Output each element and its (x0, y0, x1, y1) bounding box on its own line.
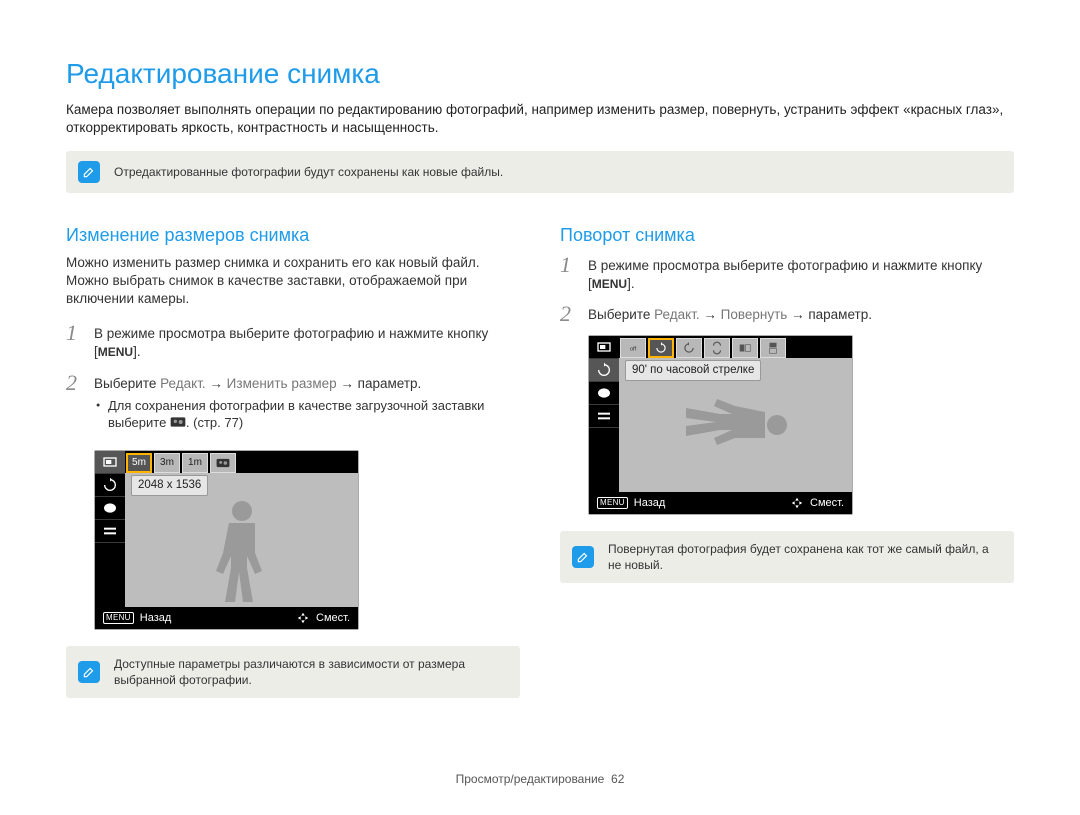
menu-chip-icon: MENU (103, 612, 134, 625)
sidebar-rotate-icon[interactable] (589, 359, 619, 382)
step-number: 2 (560, 303, 578, 325)
footer-page-number: 62 (611, 772, 624, 786)
note-resize: Доступные параметры различаются в зависи… (66, 646, 520, 698)
tile-off-icon[interactable]: off (620, 338, 646, 358)
sidebar-rotate-icon[interactable] (95, 474, 125, 497)
step-body: Выберите Редакт. → Изменить размер → пар… (94, 372, 520, 440)
move-label[interactable]: Смест. (810, 496, 844, 511)
pencil-note-icon (78, 661, 100, 683)
lcd-footer: MENU Назад Смест. (589, 492, 852, 514)
sidebar-resize-icon[interactable] (589, 336, 619, 359)
move-label[interactable]: Смест. (316, 611, 350, 626)
person-silhouette-icon (207, 497, 277, 607)
text: В режиме просмотра выберите фотографию и… (588, 258, 982, 291)
sidebar-adjust-icon[interactable] (95, 520, 125, 543)
arrow: → (206, 376, 227, 391)
text: . (стр. 77) (186, 415, 243, 430)
lcd-sidebar (95, 451, 125, 607)
text: → параметр. (337, 376, 422, 391)
tile-startup-icon[interactable] (210, 453, 236, 473)
pencil-note-icon (572, 546, 594, 568)
step-number: 2 (66, 372, 84, 440)
tile-rotate-ccw-icon[interactable] (676, 338, 702, 358)
step-number: 1 (66, 322, 84, 361)
menu-chip-icon: MENU (597, 497, 628, 510)
lcd-sidebar (589, 336, 619, 492)
step-body: В режиме просмотра выберите фотографию и… (588, 254, 1014, 293)
text: Выберите (94, 376, 160, 391)
bullet-item: Для сохранения фотографии в качестве заг… (94, 397, 520, 432)
text: → параметр. (787, 307, 872, 322)
desc-resize: Можно изменить размер снимка и сохранить… (66, 254, 520, 309)
sidebar-resize-icon[interactable] (95, 451, 125, 474)
person-silhouette-icon (681, 390, 791, 460)
lcd-status-resolution: 2048 х 1536 (131, 475, 208, 497)
note-rotate: Повернутая фотография будет сохранена ка… (560, 531, 1014, 583)
tile-rotate-180-icon[interactable] (704, 338, 730, 358)
menu-path: Изменить размер (227, 376, 337, 391)
text: ]. (133, 344, 141, 359)
text: Выберите (588, 307, 654, 322)
sidebar-palette-icon[interactable] (95, 497, 125, 520)
text: ]. (627, 276, 635, 291)
intro-text: Камера позволяет выполнять операции по р… (66, 101, 1014, 137)
column-resize: Изменение размеров снимка Можно изменить… (66, 223, 520, 698)
rotate-step-1: 1 В режиме просмотра выберите фотографию… (560, 254, 1014, 293)
camera-lcd-rotate: off 90' по часовой стрелке (588, 335, 853, 515)
lcd-top-tiles: off (589, 336, 852, 358)
arrow: → (700, 307, 721, 322)
back-label[interactable]: Назад (634, 496, 666, 511)
two-column-layout: Изменение размеров снимка Можно изменить… (66, 223, 1014, 698)
menu-path: Редакт. (654, 307, 700, 322)
footer-section: Просмотр/редактирование (456, 772, 605, 786)
tile-1m[interactable]: 1m (182, 453, 208, 473)
step-body: Выберите Редакт. → Повернуть → параметр. (588, 303, 872, 325)
page-title: Редактирование снимка (66, 55, 1014, 93)
page: Редактирование снимка Камера позволяет в… (0, 0, 1080, 815)
tile-3m[interactable]: 3m (154, 453, 180, 473)
note-top-text: Отредактированные фотографии будут сохра… (114, 164, 503, 180)
svg-text:off: off (630, 346, 637, 352)
menu-path: Повернуть (721, 307, 788, 322)
startup-image-icon (170, 415, 186, 429)
tile-rotate-cw-icon[interactable] (648, 338, 674, 358)
menu-button-label: MENU (592, 277, 627, 291)
sidebar-palette-icon[interactable] (589, 382, 619, 405)
dpad-icon (296, 611, 310, 625)
dpad-icon (790, 496, 804, 510)
page-footer: Просмотр/редактирование 62 (0, 771, 1080, 787)
menu-path: Редакт. (160, 376, 206, 391)
column-rotate: Поворот снимка 1 В режиме просмотра выбе… (560, 223, 1014, 698)
resize-step-2: 2 Выберите Редакт. → Изменить размер → п… (66, 372, 520, 440)
heading-rotate: Поворот снимка (560, 223, 1014, 247)
heading-resize: Изменение размеров снимка (66, 223, 520, 247)
lcd-footer: MENU Назад Смест. (95, 607, 358, 629)
tile-flip-v-icon[interactable] (760, 338, 786, 358)
back-label[interactable]: Назад (140, 611, 172, 626)
step-number: 1 (560, 254, 578, 293)
resize-step-1: 1 В режиме просмотра выберите фотографию… (66, 322, 520, 361)
tile-flip-h-icon[interactable] (732, 338, 758, 358)
note-resize-text: Доступные параметры различаются в зависи… (114, 656, 508, 688)
note-rotate-text: Повернутая фотография будет сохранена ка… (608, 541, 1002, 573)
lcd-status-rotation: 90' по часовой стрелке (625, 360, 761, 382)
note-top: Отредактированные фотографии будут сохра… (66, 151, 1014, 193)
tile-5m[interactable]: 5m (126, 453, 152, 473)
pencil-note-icon (78, 161, 100, 183)
text: Для сохранения фотографии в качестве заг… (108, 398, 484, 431)
step-body: В режиме просмотра выберите фотографию и… (94, 322, 520, 361)
rotate-step-2: 2 Выберите Редакт. → Повернуть → парамет… (560, 303, 1014, 325)
camera-lcd-resize: 5m 3m 1m 2048 х 1536 MEN (94, 450, 359, 630)
menu-button-label: MENU (98, 345, 133, 359)
lcd-top-tiles: 5m 3m 1m (95, 451, 358, 473)
sidebar-adjust-icon[interactable] (589, 405, 619, 428)
text: В режиме просмотра выберите фотографию и… (94, 326, 488, 359)
